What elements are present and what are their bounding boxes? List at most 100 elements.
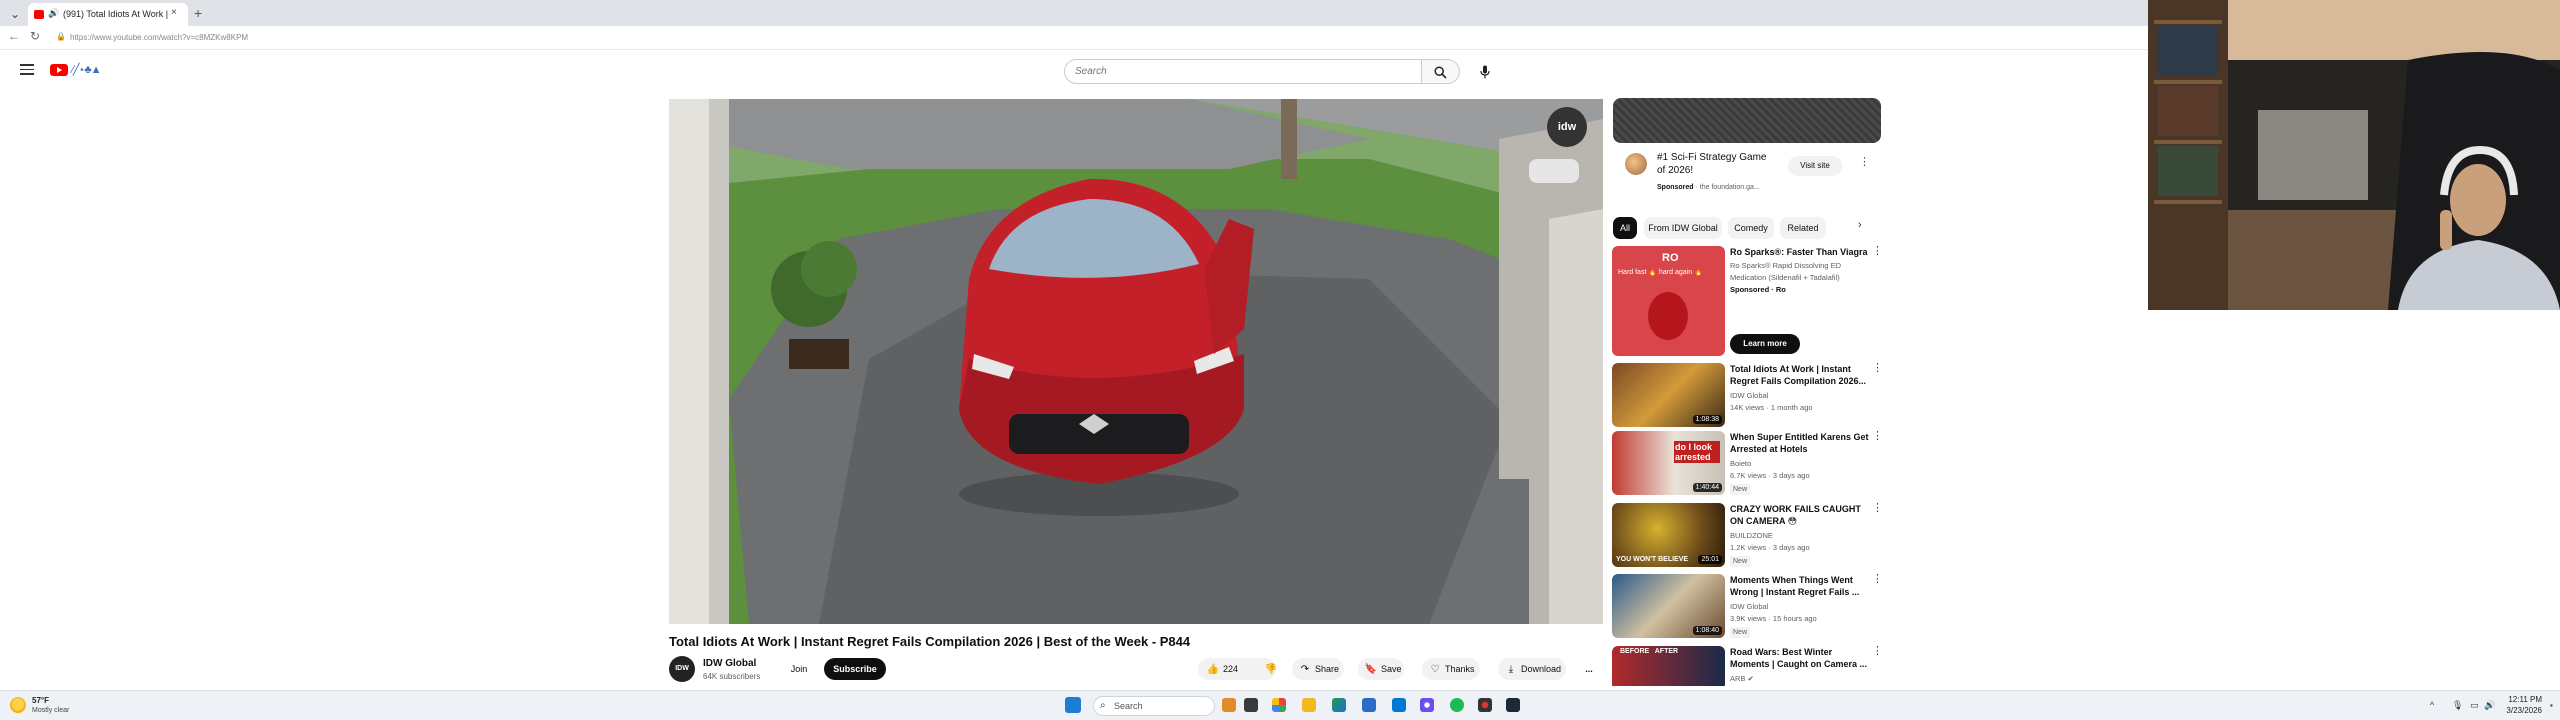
ad-source: · the foundation.ga... (1695, 184, 1760, 191)
weather-temperature[interactable]: 57°F (32, 696, 49, 705)
windows-start-icon[interactable] (1065, 697, 1081, 713)
audio-playing-icon[interactable]: 🔊 (48, 8, 59, 19)
recommendation-title[interactable]: Total Idiots At Work | Instant Regret Fa… (1730, 363, 1872, 387)
store-icon[interactable] (1362, 698, 1376, 712)
list-item[interactable]: do I look arrested 1:40:44 When Super En… (1612, 431, 1884, 499)
thumbnail-text: YOU WON'T BELIEVE (1616, 556, 1689, 563)
subscribe-button[interactable]: Subscribe (824, 658, 886, 680)
video-thumbnail[interactable]: RO Hard fast 🔥 hard again 🔥 (1612, 246, 1725, 356)
thumbs-down-icon: 👎 (1264, 664, 1278, 675)
share-button[interactable]: ↷ Share (1292, 658, 1344, 680)
new-badge: New (1730, 484, 1751, 495)
recommendation-title[interactable]: When Super Entitled Karens Get Arrested … (1730, 431, 1872, 455)
lock-icon[interactable]: 🔒 (56, 32, 66, 41)
channel-avatar[interactable]: IDW (669, 656, 695, 682)
back-arrow-icon[interactable]: ← (8, 29, 20, 43)
youtube-logo-icon[interactable] (50, 64, 68, 76)
item-more-icon[interactable]: ⋮ (1872, 503, 1883, 514)
learn-more-button[interactable]: Learn more (1730, 334, 1800, 354)
youtube-favicon-icon (34, 10, 44, 19)
advertiser-avatar (1625, 153, 1647, 175)
spotify-icon[interactable] (1450, 698, 1464, 712)
microphone-tray-icon[interactable]: 🎙 (2452, 700, 2463, 711)
thanks-heart-icon: ♡ (1430, 664, 1440, 675)
edge-browser-icon[interactable] (1332, 698, 1346, 712)
chip-related[interactable]: Related (1780, 217, 1826, 239)
chip-scroll-right-icon[interactable]: › (1858, 219, 1862, 231)
clock-time[interactable]: 12:11 PM (2498, 695, 2542, 704)
list-item[interactable]: RO Hard fast 🔥 hard again 🔥 Ro Sparks®: … (1612, 246, 1884, 360)
tab-close-icon[interactable]: × (171, 7, 177, 18)
dislike-button[interactable]: 👎 (1256, 658, 1286, 680)
chip-all[interactable]: All (1613, 217, 1637, 239)
taskbar-search[interactable]: ⌕ Search (1093, 696, 1215, 716)
recommendation-title[interactable]: CRAZY WORK FAILS CAUGHT ON CAMERA 😳 (1730, 503, 1872, 527)
volume-icon[interactable]: 🔊 (2484, 700, 2495, 711)
clock-date[interactable]: 3/23/2026 (2498, 706, 2542, 715)
channel-name[interactable]: ARB ✔ (1730, 672, 1754, 685)
task-view-icon[interactable] (1244, 698, 1258, 712)
list-item[interactable]: YOU WON'T BELIEVE 25:01 CRAZY WORK FAILS… (1612, 503, 1884, 571)
item-more-icon[interactable]: ⋮ (1872, 431, 1883, 442)
taskbar-app-icon[interactable] (1222, 698, 1236, 712)
microphone-icon (1480, 65, 1490, 79)
join-button[interactable]: Join (783, 658, 815, 680)
search-box (1064, 59, 1422, 84)
tab-list-chevron-icon[interactable]: ⌄ (4, 4, 26, 24)
recommendation-title[interactable]: Ro Sparks®: Faster Than Viagra (1730, 246, 1872, 258)
channel-name[interactable]: IDW Global (703, 658, 756, 669)
obs-icon[interactable] (1478, 698, 1492, 712)
video-duration: 1:08:38 (1692, 415, 1722, 424)
item-more-icon[interactable]: ⋮ (1872, 246, 1883, 257)
video-thumbnail[interactable]: BEFORE AFTER (1612, 646, 1725, 686)
bookmark-icon: 🔖 (1364, 664, 1378, 675)
mail-icon[interactable] (1392, 698, 1406, 712)
video-thumbnail[interactable]: 1:08:40 (1612, 574, 1725, 638)
tray-overflow-icon[interactable]: ^ (2430, 700, 2434, 710)
list-item[interactable]: BEFORE AFTER Road Wars: Best Winter Mome… (1612, 646, 1884, 686)
subscriber-count: 64K subscribers (703, 672, 761, 681)
menu-icon[interactable] (20, 64, 34, 75)
chip-comedy[interactable]: Comedy (1728, 217, 1774, 239)
network-icon[interactable]: ▭ (2470, 700, 2479, 711)
save-button[interactable]: 🔖 Save (1358, 658, 1404, 680)
discord-icon[interactable] (1420, 698, 1434, 712)
search-button[interactable] (1422, 59, 1460, 84)
item-more-icon[interactable]: ⋮ (1872, 363, 1883, 374)
ad-banner-image[interactable] (1613, 98, 1881, 143)
file-explorer-icon[interactable] (1302, 698, 1316, 712)
video-thumbnail[interactable]: 1:08:38 (1612, 363, 1725, 427)
chip-from-idw-global[interactable]: From IDW Global (1644, 217, 1722, 239)
thanks-button[interactable]: ♡ Thanks (1422, 658, 1480, 680)
more-actions-button[interactable]: ... (1576, 658, 1602, 680)
recommendation-title[interactable]: Moments When Things Went Wrong | Instant… (1730, 574, 1872, 598)
recommendation-meta: 3.9K views · 15 hours ago (1730, 614, 1817, 623)
browser-tab-active[interactable]: 🔊 (991) Total Idiots At Work | In... × (28, 3, 188, 26)
ad-card[interactable]: #1 Sci-Fi Strategy Game of 2026! Sponsor… (1613, 143, 1881, 195)
copilot-icon[interactable] (1272, 698, 1286, 712)
url-field[interactable]: https://www.youtube.com/watch?v=c8MZKw8K… (70, 33, 248, 42)
new-tab-button[interactable]: + (194, 5, 202, 21)
item-more-icon[interactable]: ⋮ (1872, 574, 1883, 585)
item-more-icon[interactable]: ⋮ (1872, 646, 1883, 657)
weather-sun-icon[interactable] (10, 697, 26, 713)
video-thumbnail[interactable]: do I look arrested 1:40:44 (1612, 431, 1725, 495)
youtube-doodle-logo[interactable]: ∕╱⋆♣▲ (72, 63, 101, 76)
voice-search-button[interactable] (1473, 60, 1497, 84)
list-item[interactable]: 1:08:40 Moments When Things Went Wrong |… (1612, 574, 1884, 642)
download-button[interactable]: ⤓ Download (1498, 658, 1566, 680)
download-icon: ⤓ (1508, 664, 1514, 675)
ad-more-icon[interactable]: ⋮ (1859, 157, 1870, 168)
visit-site-button[interactable]: Visit site (1788, 156, 1842, 176)
ad-title[interactable]: #1 Sci-Fi Strategy Game of 2026! (1657, 151, 1777, 177)
video-thumbnail[interactable]: YOU WON'T BELIEVE 25:01 (1612, 503, 1725, 567)
search-input[interactable] (1075, 66, 1405, 77)
steam-icon[interactable] (1506, 698, 1520, 712)
thumbnail-subtext: Hard fast 🔥 hard again 🔥 (1618, 269, 1703, 276)
channel-watermark-logo[interactable]: idw (1547, 107, 1587, 147)
list-item[interactable]: 1:08:38 Total Idiots At Work | Instant R… (1612, 363, 1884, 429)
reload-icon[interactable]: ↻ (30, 29, 40, 43)
video-player[interactable]: idw (669, 99, 1603, 624)
recommendation-title[interactable]: Road Wars: Best Winter Moments | Caught … (1730, 646, 1872, 670)
notification-bell-icon[interactable]: ▪ (2550, 701, 2553, 710)
